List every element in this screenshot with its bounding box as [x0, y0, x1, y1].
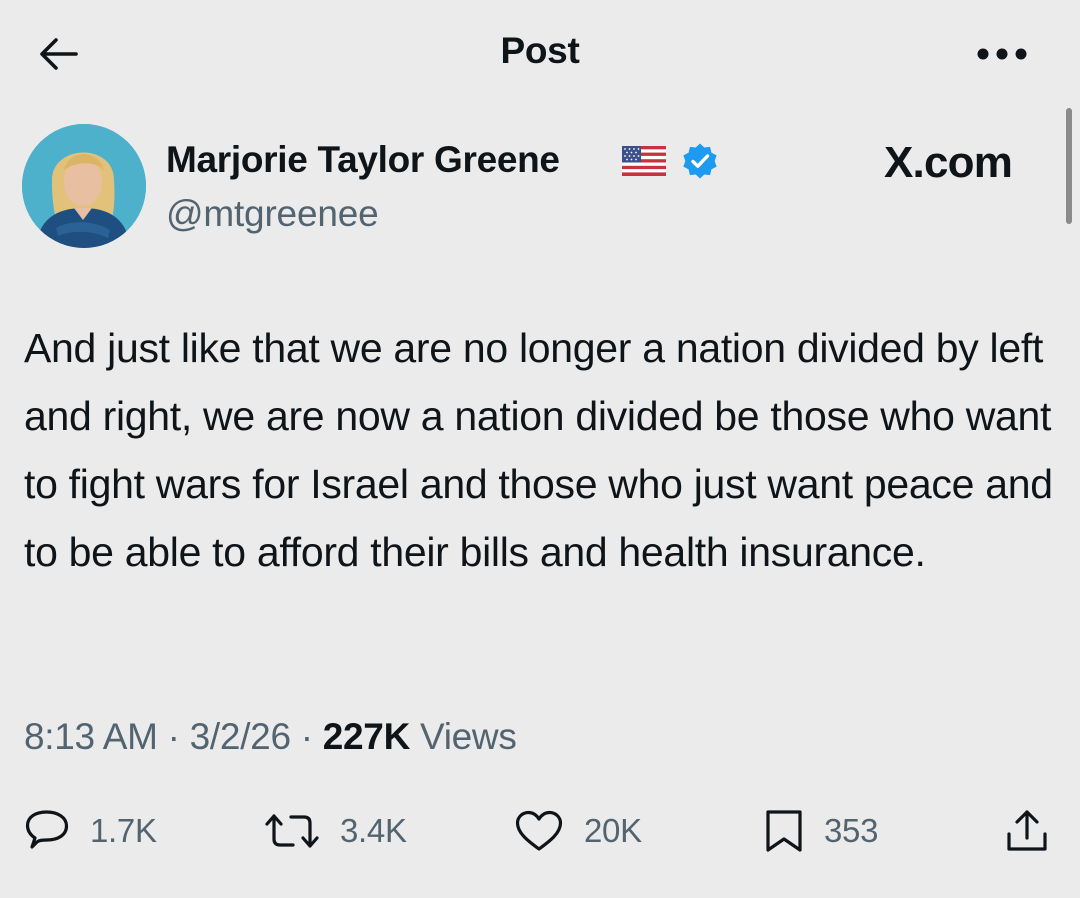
reply-icon [25, 810, 69, 849]
page-title: Post [500, 30, 580, 71]
like-button[interactable]: 20K [514, 806, 642, 856]
meta-separator: · [300, 716, 313, 757]
repost-count: 3.4K [340, 812, 407, 849]
bookmark-icon [766, 810, 802, 852]
verified-badge-icon [683, 143, 717, 179]
views-count[interactable]: 227K [323, 716, 411, 757]
share-button[interactable] [1004, 806, 1050, 856]
like-count: 20K [584, 812, 642, 849]
post-date[interactable]: 3/2/26 [190, 716, 291, 757]
heart-icon [515, 810, 563, 851]
reply-button[interactable]: 1.7K [24, 806, 157, 856]
author-name[interactable]: Marjorie Taylor Greene [166, 139, 560, 181]
author-handle[interactable]: @mtgreenee [166, 193, 379, 235]
reply-count: 1.7K [90, 812, 157, 849]
bookmark-button[interactable]: 353 [764, 806, 878, 856]
bookmark-count: 353 [824, 812, 879, 849]
post-header: Post [0, 0, 1080, 110]
avatar[interactable] [22, 124, 146, 248]
source-watermark: X.com [884, 138, 1013, 187]
share-icon [1007, 810, 1047, 851]
post-meta: 8:13 AM · 3/2/26 · 227K Views [24, 716, 517, 758]
more-options-button[interactable] [972, 36, 1032, 72]
repost-icon [265, 814, 319, 848]
repost-button[interactable]: 3.4K [264, 806, 407, 856]
scrollbar[interactable] [1066, 108, 1072, 224]
meta-separator: · [167, 716, 180, 757]
post-text: And just like that we are no longer a na… [24, 325, 1053, 575]
views-label: Views [419, 716, 517, 757]
more-horizontal-icon [977, 48, 1027, 60]
profile-photo [22, 124, 146, 248]
us-flag-icon [622, 146, 666, 176]
post-time: 8:13 AM [24, 716, 158, 757]
